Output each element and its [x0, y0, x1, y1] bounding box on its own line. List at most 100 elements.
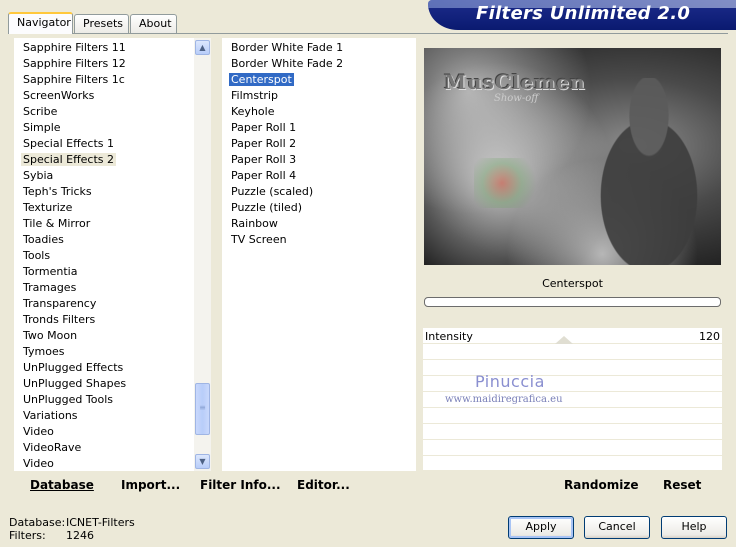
category-item[interactable]: UnPlugged Effects [14, 360, 211, 376]
category-item[interactable]: UnPlugged Shapes [14, 376, 211, 392]
category-item-label: Tramages [23, 281, 77, 294]
category-item-label: Texturize [23, 201, 73, 214]
category-item-label: UnPlugged Shapes [23, 377, 127, 390]
filter-list-panel: Border White Fade 1 Border White Fade 2 Ce… [222, 38, 416, 471]
param-row-empty [423, 344, 722, 360]
category-item-label: Video [23, 425, 54, 438]
filter-item[interactable]: Paper Roll 1 [222, 120, 416, 136]
current-filter-name: Centerspot [542, 277, 603, 290]
category-item-label: Transparency [23, 297, 97, 310]
category-item-label: Teph's Tricks [23, 185, 92, 198]
filter-item[interactable]: Centerspot [222, 72, 416, 88]
category-item[interactable]: Special Effects 1 [14, 136, 211, 152]
filter-item[interactable]: Keyhole [222, 104, 416, 120]
param-row-empty [423, 440, 722, 456]
reset-button[interactable]: Reset [663, 478, 701, 492]
category-item[interactable]: Texturize [14, 200, 211, 216]
product-banner: Filters Unlimited 2.0 [428, 0, 736, 30]
category-item[interactable]: Variations [14, 408, 211, 424]
scroll-thumb[interactable]: ≡ [195, 383, 210, 435]
category-item[interactable]: Two Moon [14, 328, 211, 344]
filter-item[interactable]: Puzzle (scaled) [222, 184, 416, 200]
category-item-label: UnPlugged Effects [23, 361, 124, 374]
category-item[interactable]: Toadies [14, 232, 211, 248]
category-item-label: Sapphire Filters 11 [23, 41, 126, 54]
category-item-label: Toadies [23, 233, 64, 246]
filter-item-label: Border White Fade 1 [231, 41, 344, 54]
filter-item[interactable]: Border White Fade 1 [222, 40, 416, 56]
filter-item[interactable]: Paper Roll 3 [222, 152, 416, 168]
cancel-button[interactable]: Cancel [584, 516, 650, 539]
filter-item[interactable]: TV Screen [222, 232, 416, 248]
category-item[interactable]: Video [14, 424, 211, 440]
category-item[interactable]: Sapphire Filters 11 [14, 40, 211, 56]
category-scrollbar[interactable]: ▲ ≡ ▼ [194, 38, 211, 471]
help-button[interactable]: Help [661, 516, 727, 539]
param-row-intensity[interactable]: Intensity 120 [423, 328, 722, 344]
category-item[interactable]: Sapphire Filters 12 [14, 56, 211, 72]
category-item-label: UnPlugged Tools [23, 393, 113, 406]
category-item[interactable]: Tile & Mirror [14, 216, 211, 232]
apply-button[interactable]: Apply [508, 516, 574, 539]
filter-list: Border White Fade 1 Border White Fade 2 Ce… [222, 38, 416, 248]
preview-figure [574, 78, 721, 265]
category-item-label: Variations [23, 409, 78, 422]
category-item[interactable]: Simple [14, 120, 211, 136]
filter-item-label: Paper Roll 1 [231, 121, 297, 134]
tab-presets[interactable]: Presets [74, 14, 129, 33]
filter-item-label: Keyhole [231, 105, 275, 118]
filter-item-label: Filmstrip [231, 89, 278, 102]
category-item[interactable]: Tymoes [14, 344, 211, 360]
category-item[interactable]: Scribe [14, 104, 211, 120]
left-toolbar: Database Import... Filter Info... Editor… [14, 472, 416, 498]
filter-item-label: Paper Roll 3 [231, 153, 297, 166]
slider-marker-icon[interactable] [555, 336, 573, 344]
category-item[interactable]: Tools [14, 248, 211, 264]
banner-title: Filters Unlimited 2.0 [476, 3, 691, 24]
category-item-label: Tools [23, 249, 51, 262]
filter-item[interactable]: Puzzle (tiled) [222, 200, 416, 216]
database-button[interactable]: Database [30, 478, 94, 492]
tab-navigator[interactable]: Navigator [8, 12, 73, 34]
category-item-label: Special Effects 1 [23, 137, 115, 150]
category-item[interactable]: Sapphire Filters 1c [14, 72, 211, 88]
category-item-label: Two Moon [23, 329, 78, 342]
tab-strip-divider [8, 33, 728, 34]
category-item[interactable]: Transparency [14, 296, 211, 312]
category-item[interactable]: Teph's Tricks [14, 184, 211, 200]
filter-item[interactable]: Rainbow [222, 216, 416, 232]
filter-item[interactable]: Border White Fade 2 [222, 56, 416, 72]
randomize-button[interactable]: Randomize [564, 478, 638, 492]
category-item[interactable]: ScreenWorks [14, 88, 211, 104]
scroll-up-arrow-icon[interactable]: ▲ [195, 40, 210, 55]
status-database: Database: ICNET-Filters [9, 516, 135, 529]
tab-about[interactable]: About [130, 14, 177, 33]
category-item-label: Sapphire Filters 1c [23, 73, 125, 86]
category-item[interactable]: UnPlugged Tools [14, 392, 211, 408]
filter-item[interactable]: Paper Roll 2 [222, 136, 416, 152]
right-toolbar: Randomize Reset [422, 472, 722, 498]
scroll-down-arrow-icon[interactable]: ▼ [195, 454, 210, 469]
filter-item[interactable]: Filmstrip [222, 88, 416, 104]
import-button[interactable]: Import... [121, 478, 180, 492]
category-item[interactable]: Tormentia [14, 264, 211, 280]
filter-item-label: Paper Roll 4 [231, 169, 297, 182]
status-filters-label: Filters: [9, 529, 46, 542]
filter-info-button[interactable]: Filter Info... [200, 478, 281, 492]
category-item[interactable]: Tramages [14, 280, 211, 296]
status-database-label: Database: [9, 516, 66, 529]
category-item-label: Special Effects 2 [21, 153, 117, 166]
category-item[interactable]: Special Effects 2 [14, 152, 211, 168]
filter-item-label: Paper Roll 2 [231, 137, 297, 150]
category-list-panel: Sapphire Filters 11 Sapphire Filters 12 Sa… [14, 38, 211, 471]
category-item-label: Sapphire Filters 12 [23, 57, 126, 70]
param-row-empty [423, 376, 722, 392]
category-item[interactable]: Video [14, 456, 211, 472]
category-item-label: Tymoes [23, 345, 65, 358]
category-item[interactable]: VideoRave [14, 440, 211, 456]
editor-button[interactable]: Editor... [297, 478, 350, 492]
param-row-empty [423, 360, 722, 376]
filter-item[interactable]: Paper Roll 4 [222, 168, 416, 184]
category-item[interactable]: Tronds Filters [14, 312, 211, 328]
category-item[interactable]: Sybia [14, 168, 211, 184]
